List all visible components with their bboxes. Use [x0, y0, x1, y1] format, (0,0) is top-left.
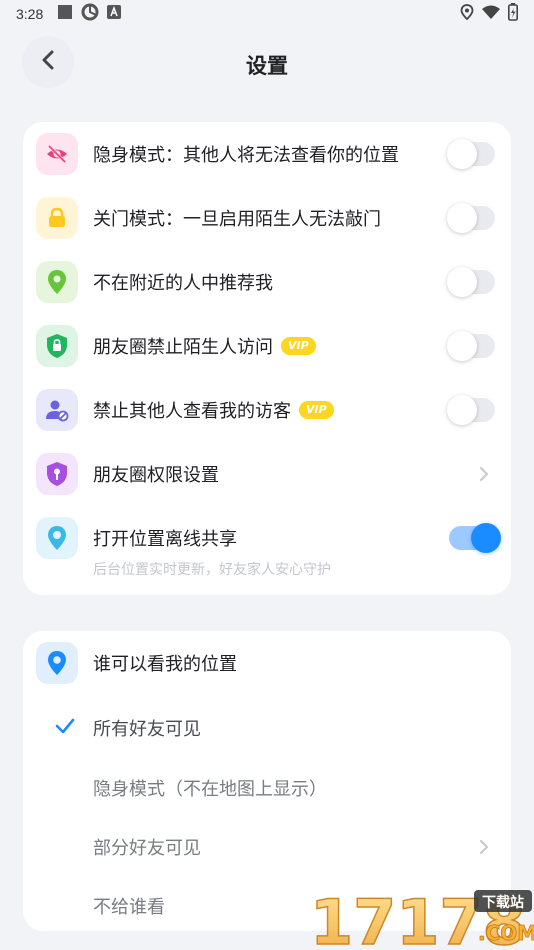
sync-icon	[81, 3, 99, 25]
vip-badge: VIP	[281, 337, 316, 355]
option-label: 部分好友可见	[93, 838, 201, 859]
option-label: 隐身模式（不在地图上显示）	[93, 779, 327, 800]
watermark-logo: 17178 下载站 .COM	[308, 884, 534, 950]
notification-square-icon	[57, 4, 73, 24]
visitor-block-toggle[interactable]	[447, 395, 495, 425]
nearby-recommend-toggle[interactable]	[447, 267, 495, 297]
visibility-option-all-friends[interactable]: 所有好友可见	[23, 699, 511, 757]
offline-share-toggle[interactable]	[449, 523, 501, 553]
page-title: 设置	[246, 54, 288, 78]
setting-label: 不在附近的人中推荐我	[93, 273, 273, 294]
location-pin-outline-icon	[36, 517, 78, 559]
setting-row-visitor-block[interactable]: 禁止其他人查看我的访客 VIP	[23, 378, 511, 442]
setting-label: 隐身模式：其他人将无法查看你的位置	[93, 145, 399, 166]
svg-text:下载站: 下载站	[482, 894, 524, 911]
chevron-right-icon	[479, 466, 489, 486]
eye-off-icon	[36, 133, 78, 175]
checkmark-icon	[55, 718, 75, 738]
visibility-option-some-friends[interactable]: 部分好友可见	[23, 818, 511, 876]
visibility-header: 谁可以看我的位置	[23, 631, 511, 695]
shield-lock-icon	[36, 325, 78, 367]
setting-label: 朋友圈禁止陌生人访问	[93, 337, 273, 358]
setting-row-moments-permission[interactable]: 朋友圈权限设置	[23, 442, 511, 506]
visibility-title: 谁可以看我的位置	[93, 654, 237, 675]
shield-key-icon	[36, 453, 78, 495]
vip-badge: VIP	[299, 401, 334, 419]
moments-block-toggle[interactable]	[447, 331, 495, 361]
svg-text:.COM: .COM	[478, 921, 534, 945]
setting-label: 朋友圈权限设置	[93, 465, 219, 486]
location-status-icon	[460, 4, 474, 24]
app-a-icon	[107, 5, 122, 23]
stealth-mode-toggle[interactable]	[447, 139, 495, 169]
setting-label: 打开位置离线共享	[93, 529, 237, 550]
option-label: 不给谁看	[93, 897, 165, 918]
setting-row-closed-door[interactable]: 关门模式：一旦启用陌生人无法敲门	[23, 186, 511, 250]
setting-label: 禁止其他人查看我的访客	[93, 401, 291, 422]
status-time: 3:28	[16, 6, 44, 22]
status-right	[460, 3, 518, 25]
setting-row-moments-block[interactable]: 朋友圈禁止陌生人访问 VIP	[23, 314, 511, 378]
lock-icon	[36, 197, 78, 239]
battery-icon	[508, 3, 518, 25]
chevron-right-icon	[479, 839, 489, 859]
location-pin-icon	[36, 642, 78, 684]
wifi-icon	[482, 5, 500, 23]
location-pin-icon	[36, 261, 78, 303]
visibility-option-stealth[interactable]: 隐身模式（不在地图上显示）	[23, 759, 511, 817]
header: 设置	[0, 28, 534, 98]
closed-door-toggle[interactable]	[447, 203, 495, 233]
user-block-icon	[36, 389, 78, 431]
option-label: 所有好友可见	[93, 719, 201, 740]
setting-row-stealth-mode[interactable]: 隐身模式：其他人将无法查看你的位置	[23, 122, 511, 186]
offline-share-hint: 后台位置实时更新，好友家人安心守护	[93, 562, 331, 578]
status-bar: 3:28	[0, 0, 534, 28]
privacy-settings-card: 隐身模式：其他人将无法查看你的位置 关门模式：一旦启用陌生人无法敲门 不在附近的…	[23, 122, 511, 595]
setting-row-nearby[interactable]: 不在附近的人中推荐我	[23, 250, 511, 314]
setting-label: 关门模式：一旦启用陌生人无法敲门	[93, 209, 381, 230]
